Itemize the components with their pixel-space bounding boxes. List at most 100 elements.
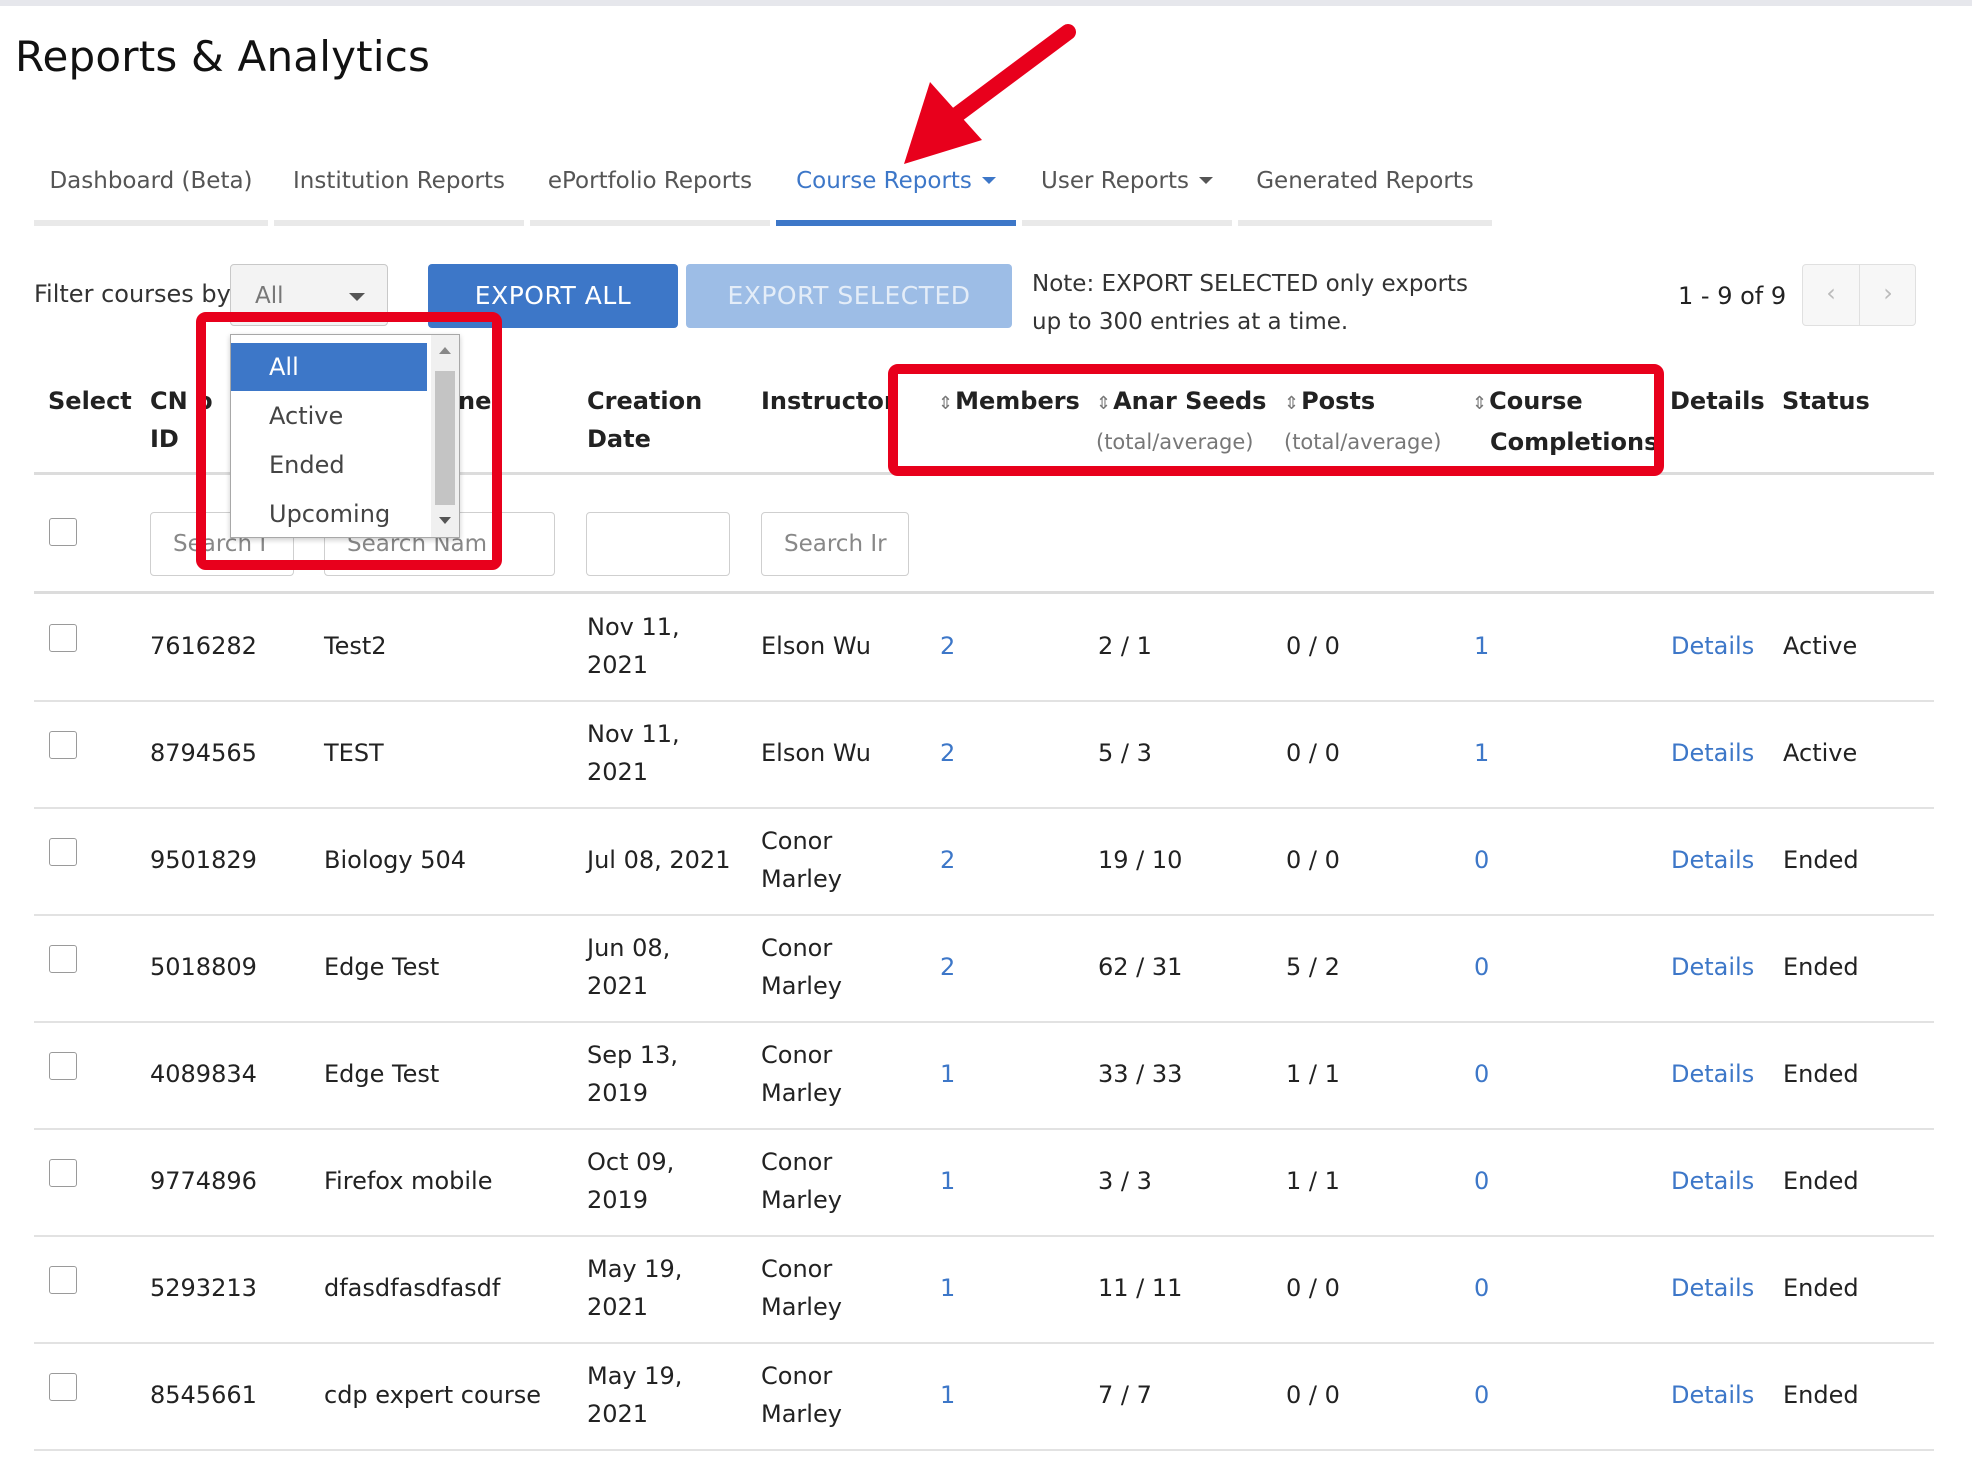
members-link[interactable]: 1 bbox=[940, 1376, 955, 1414]
row-checkbox[interactable] bbox=[49, 1373, 77, 1401]
creation-date-cell: Oct 09, 2019 bbox=[587, 1148, 675, 1214]
row-checkbox[interactable] bbox=[49, 838, 77, 866]
top-band bbox=[0, 0, 1972, 6]
posts-cell: 0 / 0 bbox=[1286, 846, 1340, 874]
creation-date-cell: Nov 11, 2021 bbox=[587, 720, 680, 786]
row-checkbox[interactable] bbox=[49, 1052, 77, 1080]
name-cell: Biology 504 bbox=[324, 846, 467, 874]
cn-id-cell: 9501829 bbox=[150, 846, 257, 874]
annotation-arrow-icon bbox=[904, 24, 1076, 164]
name-cell: Test2 bbox=[324, 632, 387, 660]
table-row: 4089834 Edge Test Sep 13, 2019 Conor Marle… bbox=[0, 1022, 1972, 1130]
caret-down-icon bbox=[981, 176, 996, 184]
page-title: Reports & Analytics bbox=[15, 32, 431, 81]
name-cell: dfasdfasdfasdf bbox=[324, 1274, 501, 1302]
header-creation-date[interactable]: Creation Date bbox=[587, 382, 702, 458]
completions-link[interactable]: 0 bbox=[1474, 1269, 1489, 1307]
header-select: Select bbox=[48, 387, 132, 415]
members-link[interactable]: 2 bbox=[940, 948, 955, 986]
header-instructor[interactable]: Instructor bbox=[761, 382, 896, 420]
anar-seeds-cell: 5 / 3 bbox=[1098, 739, 1152, 767]
anar-seeds-cell: 3 / 3 bbox=[1098, 1167, 1152, 1195]
tab-institution-reports[interactable]: Institution Reports bbox=[274, 158, 524, 226]
creation-date-cell: Jul 08, 2021 bbox=[587, 846, 731, 874]
creation-date-cell: Jun 08, 2021 bbox=[587, 934, 671, 1000]
details-link[interactable]: Details bbox=[1671, 1162, 1754, 1200]
chevron-left-icon[interactable]: ‹ bbox=[1803, 279, 1859, 307]
completions-link[interactable]: 0 bbox=[1474, 1376, 1489, 1414]
completions-link[interactable]: 1 bbox=[1474, 734, 1489, 772]
instructor-cell: Conor Marley bbox=[761, 1041, 842, 1107]
table-row: 8794565 TEST Nov 11, 2021 Elson Wu 2 5 / … bbox=[0, 701, 1972, 809]
completions-link[interactable]: 0 bbox=[1474, 1055, 1489, 1093]
tab-eportfolio-reports[interactable]: ePortfolio Reports bbox=[530, 158, 770, 226]
table-row: 5293213 dfasdfasdfasdf May 19, 2021 Conor… bbox=[0, 1236, 1972, 1344]
members-link[interactable]: 2 bbox=[940, 627, 955, 665]
row-checkbox[interactable] bbox=[49, 1159, 77, 1187]
name-cell: Edge Test bbox=[324, 1060, 440, 1088]
row-checkbox[interactable] bbox=[49, 624, 77, 652]
select-all-checkbox[interactable] bbox=[49, 518, 77, 546]
chevron-right-icon[interactable]: › bbox=[1860, 279, 1916, 307]
details-link[interactable]: Details bbox=[1671, 1269, 1754, 1307]
completions-link[interactable]: 0 bbox=[1474, 1162, 1489, 1200]
details-link[interactable]: Details bbox=[1671, 948, 1754, 986]
table-row: 8545661 cdp expert course May 19, 2021 Co… bbox=[0, 1343, 1972, 1451]
members-link[interactable]: 1 bbox=[940, 1162, 955, 1200]
row-divider bbox=[34, 1449, 1934, 1451]
posts-cell: 1 / 1 bbox=[1286, 1167, 1340, 1195]
posts-cell: 0 / 0 bbox=[1286, 1381, 1340, 1409]
cn-id-cell: 7616282 bbox=[150, 632, 257, 660]
cn-id-cell: 9774896 bbox=[150, 1167, 257, 1195]
cn-id-cell: 8545661 bbox=[150, 1381, 257, 1409]
completions-link[interactable]: 0 bbox=[1474, 948, 1489, 986]
header-status: Status bbox=[1782, 387, 1870, 415]
creation-date-cell: Nov 11, 2021 bbox=[587, 613, 680, 679]
details-link[interactable]: Details bbox=[1671, 627, 1754, 665]
details-link[interactable]: Details bbox=[1671, 1376, 1754, 1414]
members-link[interactable]: 1 bbox=[940, 1269, 955, 1307]
instructor-search-input[interactable]: Search Ir bbox=[761, 512, 909, 576]
filter-label: Filter courses by bbox=[34, 280, 231, 308]
creation-date-cell: May 19, 2021 bbox=[587, 1362, 683, 1428]
export-selected-button[interactable]: EXPORT SELECTED bbox=[686, 264, 1012, 328]
posts-cell: 0 / 0 bbox=[1286, 1274, 1340, 1302]
completions-link[interactable]: 1 bbox=[1474, 627, 1489, 665]
instructor-cell: Conor Marley bbox=[761, 827, 842, 893]
posts-cell: 0 / 0 bbox=[1286, 632, 1340, 660]
members-link[interactable]: 1 bbox=[940, 1055, 955, 1093]
details-link[interactable]: Details bbox=[1671, 734, 1754, 772]
cn-id-cell: 4089834 bbox=[150, 1060, 257, 1088]
caret-down-icon bbox=[1198, 176, 1213, 184]
members-link[interactable]: 2 bbox=[940, 841, 955, 879]
creation-date-cell: Sep 13, 2019 bbox=[587, 1041, 679, 1107]
instructor-cell: Conor Marley bbox=[761, 1362, 842, 1428]
members-link[interactable]: 2 bbox=[940, 734, 955, 772]
anar-seeds-cell: 19 / 10 bbox=[1098, 846, 1183, 874]
cn-id-cell: 5018809 bbox=[150, 953, 257, 981]
details-link[interactable]: Details bbox=[1671, 841, 1754, 879]
table-row: 7616282 Test2 Nov 11, 2021 Elson Wu 2 2 /… bbox=[0, 594, 1972, 702]
status-cell: Ended bbox=[1783, 1274, 1859, 1302]
annotation-box-columns bbox=[888, 364, 1664, 476]
details-link[interactable]: Details bbox=[1671, 1055, 1754, 1093]
row-checkbox[interactable] bbox=[49, 945, 77, 973]
row-checkbox[interactable] bbox=[49, 731, 77, 759]
tab-generated-reports[interactable]: Generated Reports bbox=[1238, 158, 1492, 226]
row-checkbox[interactable] bbox=[49, 1266, 77, 1294]
tab-dashboard[interactable]: Dashboard (Beta) bbox=[34, 158, 268, 226]
pagination-info: 1 - 9 of 9 bbox=[1678, 282, 1787, 310]
table-row: 9501829 Biology 504 Jul 08, 2021 Conor Ma… bbox=[0, 808, 1972, 916]
anar-seeds-cell: 7 / 7 bbox=[1098, 1381, 1152, 1409]
completions-link[interactable]: 0 bbox=[1474, 841, 1489, 879]
annotation-box-filter bbox=[196, 312, 502, 570]
status-cell: Ended bbox=[1783, 953, 1859, 981]
status-cell: Ended bbox=[1783, 1381, 1859, 1409]
name-cell: Edge Test bbox=[324, 953, 440, 981]
cn-id-cell: 5293213 bbox=[150, 1274, 257, 1302]
anar-seeds-cell: 11 / 11 bbox=[1098, 1274, 1183, 1302]
posts-cell: 1 / 1 bbox=[1286, 1060, 1340, 1088]
name-cell: TEST bbox=[324, 739, 384, 767]
creation-date-input[interactable] bbox=[586, 512, 730, 576]
pagination-controls: ‹ › bbox=[1802, 264, 1916, 326]
